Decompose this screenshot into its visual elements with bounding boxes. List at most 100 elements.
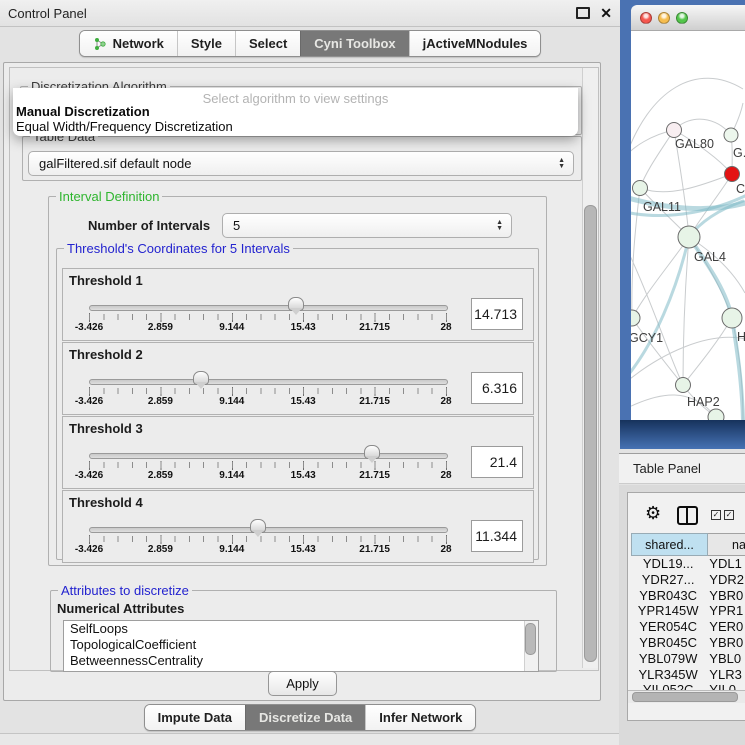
column-header-shared-name[interactable]: shared...	[631, 533, 708, 556]
zoom-traffic-light[interactable]	[676, 12, 688, 24]
network-node-h[interactable]	[722, 308, 742, 328]
table-row[interactable]: YER054CYER0	[631, 619, 745, 635]
threshold-slider-track[interactable]	[89, 527, 448, 533]
network-edge[interactable]	[640, 174, 732, 192]
network-edge[interactable]	[674, 119, 731, 135]
settings-scrollbar-thumb[interactable]	[584, 205, 597, 662]
network-node-gal80[interactable]	[667, 123, 682, 138]
tab-select[interactable]: Select	[235, 31, 300, 56]
tab-label: Cyni Toolbox	[314, 36, 395, 51]
slider-minor-ticks	[89, 388, 448, 394]
tab-discretize-data[interactable]: Discretize Data	[245, 705, 365, 730]
table-row[interactable]: YLR345WYLR3	[631, 667, 745, 683]
network-node-label: HAP2	[687, 395, 720, 409]
number-of-intervals-label: Number of Intervals	[88, 218, 210, 233]
network-node-gal4[interactable]	[678, 226, 700, 248]
table-row[interactable]: YBR045CYBR0	[631, 635, 745, 651]
network-canvas[interactable]: GAL80G.CGAL11GAL4GCY1HHAP2	[631, 31, 745, 420]
threshold-label: Threshold 1	[69, 273, 143, 288]
table-row[interactable]: YPR145WYPR1	[631, 603, 745, 619]
number-of-intervals-spinner[interactable]: 5 ▲▼	[222, 213, 512, 238]
network-node-g[interactable]	[724, 128, 738, 142]
numerical-attributes-list[interactable]: SelfLoopsTopologicalCoefficientBetweenne…	[63, 620, 539, 672]
dropdown-item-equal-width-frequency[interactable]: Equal Width/Frequency Discretization	[16, 119, 233, 134]
threshold-slider-track[interactable]	[89, 305, 448, 311]
network-node[interactable]	[708, 409, 724, 420]
tab-segmented-control: Network Style Select Cyni Toolbox jActiv…	[79, 30, 542, 57]
network-edge[interactable]	[683, 318, 732, 385]
list-scrollbar-thumb[interactable]	[525, 623, 536, 655]
gear-icon[interactable]: ⚙	[645, 503, 661, 524]
attribute-list-item[interactable]: TopologicalCoefficient	[64, 637, 538, 653]
network-edge[interactable]	[689, 237, 745, 293]
network-edge[interactable]	[632, 188, 640, 318]
threshold-slider-thumb[interactable]	[250, 519, 266, 533]
slider-tick-label: 15.43	[291, 322, 316, 333]
slider-tick-label: -3.426	[75, 470, 103, 481]
slider-tick-label: -3.426	[75, 544, 103, 555]
threshold-value-field[interactable]: 6.316	[471, 372, 523, 404]
network-node-c[interactable]	[725, 167, 740, 182]
threshold-slider-thumb[interactable]	[364, 445, 380, 459]
threshold-value-field[interactable]: 14.713	[471, 298, 523, 330]
network-node-hap2[interactable]	[676, 378, 691, 393]
column-header-name[interactable]: name	[708, 533, 745, 556]
attribute-list-item[interactable]: SelfLoops	[64, 621, 538, 637]
slider-tick-label: 28	[440, 470, 451, 481]
threshold-label: Threshold 4	[69, 495, 143, 510]
table-row[interactable]: YBR043CYBR0	[631, 588, 745, 604]
slider-tick-label: 21.715	[359, 470, 390, 481]
close-traffic-light[interactable]	[640, 12, 652, 24]
slider-tick-label: 21.715	[359, 544, 390, 555]
threshold-slider-track[interactable]	[89, 453, 448, 459]
numerical-attributes-label: Numerical Attributes	[57, 601, 184, 616]
minimize-traffic-light[interactable]	[658, 12, 670, 24]
network-node-gcy1[interactable]	[631, 310, 640, 326]
list-scrollbar[interactable]	[524, 621, 538, 671]
apply-button[interactable]: Apply	[268, 671, 337, 696]
network-node-gal11[interactable]	[633, 181, 648, 196]
tab-cyni-toolbox[interactable]: Cyni Toolbox	[300, 31, 408, 56]
tab-impute-data[interactable]: Impute Data	[145, 705, 245, 730]
slider-tick-label: -3.426	[75, 396, 103, 407]
tab-network[interactable]: Network	[80, 31, 177, 56]
slider-tick-label: 2.859	[148, 322, 173, 333]
table-row[interactable]: YBL079WYBL0	[631, 651, 745, 667]
table-row[interactable]: YDR27...YDR2	[631, 572, 745, 588]
tab-jactivemnodules[interactable]: jActiveMNodules	[409, 31, 541, 56]
threshold-slider-track[interactable]	[89, 379, 448, 385]
attribute-list-item[interactable]: BetweennessCentrality	[64, 653, 538, 669]
network-highlighted-edge[interactable]	[689, 237, 743, 420]
table-row[interactable]: YIL052CYIL0	[631, 682, 745, 690]
network-highlighted-edge[interactable]	[631, 237, 689, 379]
close-icon[interactable]: ✕	[600, 6, 612, 20]
table-rows: YDL19...YDL1YDR27...YDR2YBR043CYBR0YPR14…	[631, 556, 745, 690]
split-columns-icon[interactable]	[677, 506, 698, 525]
threshold-slider-thumb[interactable]	[193, 371, 209, 385]
algorithm-dropdown-popup: Select algorithm to view settings Manual…	[13, 88, 578, 136]
network-window-titlebar[interactable]	[631, 5, 745, 31]
threshold-value-field[interactable]: 21.4	[471, 446, 523, 478]
threshold-value-field[interactable]: 11.344	[471, 520, 523, 552]
table-panel-title: Table Panel	[633, 461, 701, 476]
table-panel-titlebar: Table Panel	[619, 453, 745, 484]
tab-style[interactable]: Style	[177, 31, 235, 56]
table-data-combo[interactable]: galFiltered.sif default node ▲▼	[28, 151, 574, 176]
float-window-icon[interactable]	[576, 7, 590, 19]
tab-infer-network[interactable]: Infer Network	[365, 705, 475, 730]
cell-name: YIL0	[705, 682, 745, 690]
dropdown-item-manual-discretization[interactable]: Manual Discretization	[16, 104, 150, 119]
control-panel-tab-bar: Network Style Select Cyni Toolbox jActiv…	[0, 30, 620, 57]
network-node-label: C	[736, 182, 745, 196]
table-row[interactable]: YDL19...YDL1	[631, 556, 745, 572]
checkbox-icon[interactable]: ✓	[724, 510, 734, 520]
network-edge[interactable]	[640, 130, 674, 188]
tab-label: Select	[249, 36, 287, 51]
threshold-panel-3: Threshold 3 -3.4262.8599.14415.4321.7152…	[62, 416, 534, 489]
threshold-slider-thumb[interactable]	[288, 297, 304, 311]
threshold-label: Threshold 3	[69, 421, 143, 436]
checkbox-icon[interactable]: ✓	[711, 510, 721, 520]
table-horizontal-scrollbar-thumb[interactable]	[632, 692, 738, 702]
tab-label: Impute Data	[158, 710, 232, 725]
network-edge[interactable]	[632, 237, 689, 318]
